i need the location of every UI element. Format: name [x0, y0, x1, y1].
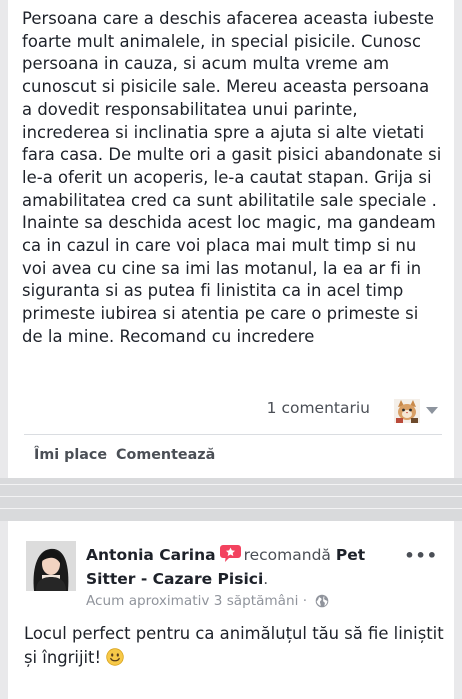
smiley-emoji-icon — [106, 648, 124, 666]
more-options-button[interactable]: ••• — [404, 546, 438, 565]
author-line: Antonia Carina recomandă Pet Sitter - Caz… — [86, 543, 406, 591]
review-text: Persoana care a deschis afacerea aceasta… — [22, 9, 442, 346]
separator-line — [0, 496, 462, 497]
post-actions: Îmi place Comentează — [8, 446, 454, 470]
timestamp-row: Acum aproximativ 3 săptămâni · — [86, 593, 329, 609]
comment-button[interactable]: Comentează — [116, 447, 215, 463]
recommend-verb: recomandă — [243, 546, 331, 564]
comments-summary[interactable]: 1 comentariu — [8, 395, 454, 425]
review-text-2: Locul perfect pentru ca animăluțul tău s… — [24, 622, 444, 670]
separator-line — [0, 508, 462, 509]
avatar[interactable] — [26, 541, 76, 591]
globe-icon — [315, 594, 329, 608]
separator-dot: · — [302, 593, 308, 609]
divider — [24, 434, 442, 435]
commenter-avatar-icon — [394, 399, 420, 423]
recommend-badge-icon — [219, 545, 241, 562]
separator-line — [0, 484, 462, 485]
dropdown-arrow-icon[interactable] — [426, 407, 438, 414]
author-name[interactable]: Antonia Carina — [86, 546, 216, 564]
like-button[interactable]: Îmi place — [34, 447, 107, 463]
timestamp[interactable]: Acum aproximativ 3 săptămâni — [86, 593, 298, 609]
post-card-1: Persoana care a deschis afacerea aceasta… — [8, 0, 454, 478]
page-name-suffix: . — [263, 570, 269, 588]
post-card-2: Antonia Carina recomandă Pet Sitter - Caz… — [8, 521, 454, 699]
post-separator — [0, 478, 462, 521]
review-body-2: Locul perfect pentru ca animăluțul tău s… — [24, 624, 444, 667]
comments-count[interactable]: 1 comentariu — [267, 399, 370, 417]
